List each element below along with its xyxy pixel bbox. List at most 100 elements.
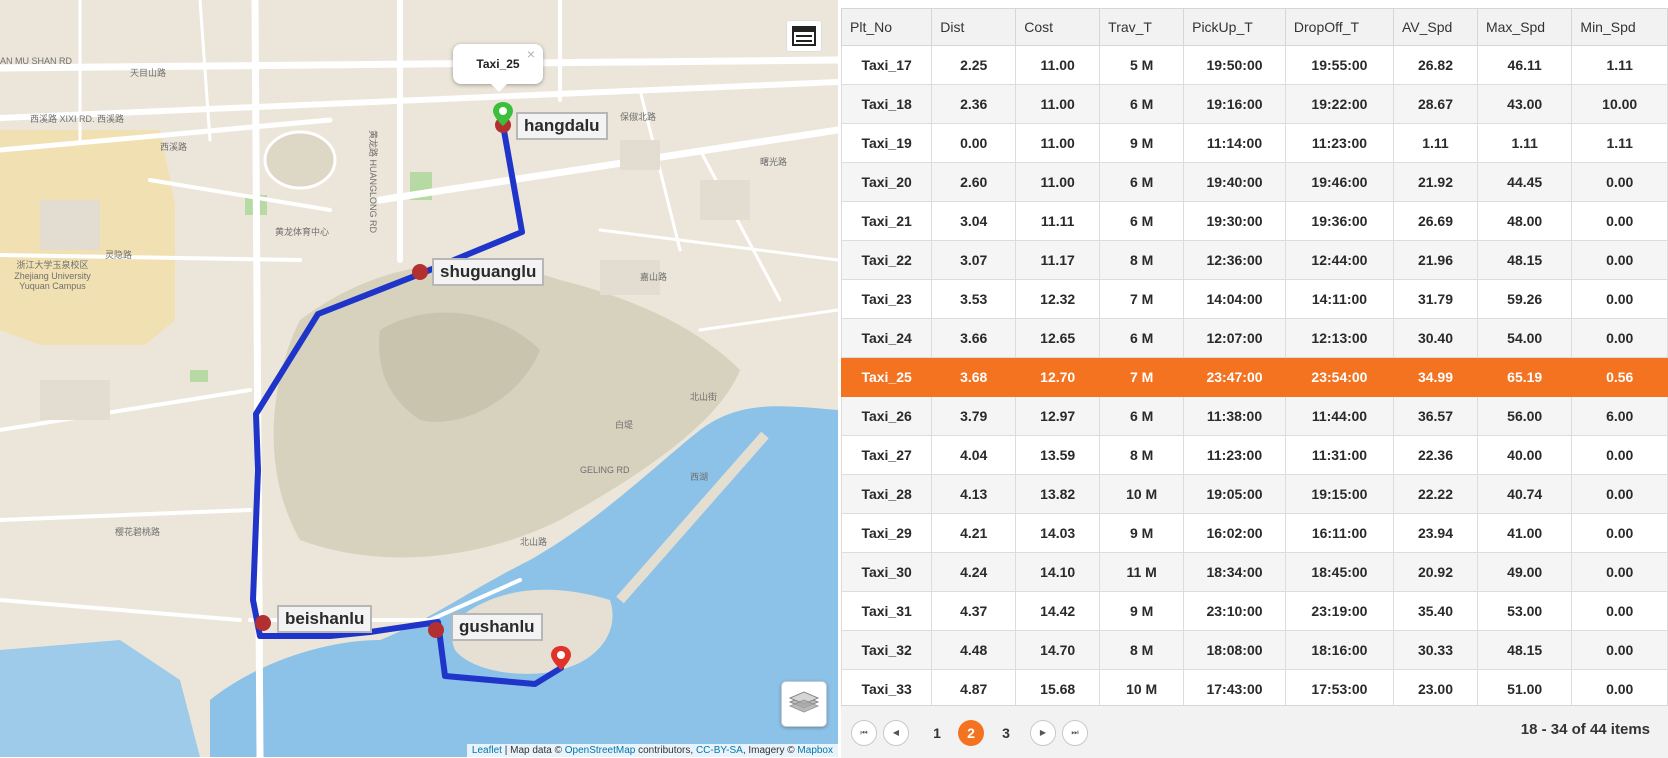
stop-marker-gushanlu xyxy=(428,622,444,638)
cell-dropoff-t: 23:54:00 xyxy=(1284,357,1395,397)
column-header-max-spd[interactable]: Max_Spd xyxy=(1476,8,1573,46)
cell-dist: 3.53 xyxy=(931,279,1017,319)
layers-button[interactable] xyxy=(781,681,827,727)
table-row[interactable]: Taxi_25 3.68 12.70 7 M 23:47:00 23:54:00 34.99… xyxy=(840,357,1668,397)
cell-trav-t: 11 M xyxy=(1099,552,1185,592)
cell-pickup-t: 23:10:00 xyxy=(1183,591,1286,631)
first-page-button[interactable]: ⏮ xyxy=(851,720,877,746)
license-link[interactable]: CC-BY-SA xyxy=(696,745,743,756)
page-2-button[interactable]: 2 xyxy=(958,720,984,746)
cell-plt-no: Taxi_30 xyxy=(840,552,933,592)
table-row[interactable]: Taxi_17 2.25 11.00 5 M 19:50:00 19:55:00 26.82… xyxy=(840,45,1668,85)
column-header-cost[interactable]: Cost xyxy=(1015,8,1101,46)
cell-dropoff-t: 11:31:00 xyxy=(1284,435,1395,475)
table-row[interactable]: Taxi_26 3.79 12.97 6 M 11:38:00 11:44:00 36.57… xyxy=(840,396,1668,436)
cell-cost: 14.42 xyxy=(1015,591,1101,631)
cell-min-spd: 0.00 xyxy=(1571,513,1668,553)
cell-cost: 11.00 xyxy=(1015,123,1101,163)
cell-dropoff-t: 19:36:00 xyxy=(1284,201,1395,241)
table-row[interactable]: Taxi_33 4.87 15.68 10 M 17:43:00 17:53:00 23.0… xyxy=(840,669,1668,709)
cell-min-spd: 0.00 xyxy=(1571,630,1668,670)
cell-dist: 4.37 xyxy=(931,591,1017,631)
column-header-av-spd[interactable]: AV_Spd xyxy=(1393,8,1478,46)
cell-av-spd: 21.92 xyxy=(1393,162,1478,202)
cell-trav-t: 9 M xyxy=(1099,123,1185,163)
street-label: 北山街 xyxy=(690,392,718,402)
next-page-button[interactable]: ▶ xyxy=(1030,720,1056,746)
cell-max-spd: 46.11 xyxy=(1476,45,1573,85)
table-row[interactable]: Taxi_21 3.04 11.11 6 M 19:30:00 19:36:00 26.69… xyxy=(840,201,1668,241)
table-row[interactable]: Taxi_24 3.66 12.65 6 M 12:07:00 12:13:00 30.40… xyxy=(840,318,1668,358)
street-label: 天目山路 xyxy=(130,68,167,78)
table-row[interactable]: Taxi_32 4.48 14.70 8 M 18:08:00 18:16:00 30.33… xyxy=(840,630,1668,670)
cell-min-spd: 0.00 xyxy=(1571,279,1668,319)
cell-max-spd: 65.19 xyxy=(1476,357,1573,397)
stop-label-shuguanglu: shuguanglu xyxy=(432,258,545,286)
column-header-dropoff-t[interactable]: DropOff_T xyxy=(1284,8,1395,46)
cell-pickup-t: 19:30:00 xyxy=(1183,201,1286,241)
table-row[interactable]: Taxi_23 3.53 12.32 7 M 14:04:00 14:11:00 31.79… xyxy=(840,279,1668,319)
page-1-button[interactable]: 1 xyxy=(924,720,950,746)
column-header-min-spd[interactable]: Min_Spd xyxy=(1571,8,1668,46)
cell-min-spd: 0.00 xyxy=(1571,669,1668,709)
cell-min-spd: 0.00 xyxy=(1571,318,1668,358)
column-header-trav-t[interactable]: Trav_T xyxy=(1099,8,1185,46)
table-row[interactable]: Taxi_18 2.36 11.00 6 M 19:16:00 19:22:00 28.67… xyxy=(840,84,1668,124)
osm-link[interactable]: OpenStreetMap xyxy=(565,745,636,756)
popup-close-button[interactable]: × xyxy=(527,47,535,61)
cell-trav-t: 6 M xyxy=(1099,396,1185,436)
table-row[interactable]: Taxi_20 2.60 11.00 6 M 19:40:00 19:46:00 21.92… xyxy=(840,162,1668,202)
cell-dist: 4.48 xyxy=(931,630,1017,670)
leaflet-link[interactable]: Leaflet xyxy=(472,745,502,756)
table-row[interactable]: Taxi_30 4.24 14.10 11 M 18:34:00 18:45:00 20.9… xyxy=(840,552,1668,592)
stop-marker-shuguanglu xyxy=(412,264,428,280)
cell-av-spd: 31.79 xyxy=(1393,279,1478,319)
cell-cost: 13.59 xyxy=(1015,435,1101,475)
mapbox-link[interactable]: Mapbox xyxy=(797,745,833,756)
street-label: 西湖 xyxy=(690,472,709,482)
cell-plt-no: Taxi_24 xyxy=(840,318,933,358)
cell-pickup-t: 14:04:00 xyxy=(1183,279,1286,319)
cell-pickup-t: 11:14:00 xyxy=(1183,123,1286,163)
cell-plt-no: Taxi_26 xyxy=(840,396,933,436)
last-page-button[interactable]: ⏭ xyxy=(1062,720,1088,746)
table-row[interactable]: Taxi_29 4.21 14.03 9 M 16:02:00 16:11:00 23.94… xyxy=(840,513,1668,553)
cell-max-spd: 48.15 xyxy=(1476,630,1573,670)
cell-max-spd: 48.15 xyxy=(1476,240,1573,280)
cell-max-spd: 43.00 xyxy=(1476,84,1573,124)
cell-trav-t: 8 M xyxy=(1099,435,1185,475)
cell-max-spd: 48.00 xyxy=(1476,201,1573,241)
street-label: 黄龙路 HUANGLONG RD xyxy=(368,130,378,234)
cell-dist: 3.66 xyxy=(931,318,1017,358)
list-toggle-button[interactable] xyxy=(786,20,822,52)
cell-av-spd: 30.40 xyxy=(1393,318,1478,358)
column-header-plt-no[interactable]: Plt_No xyxy=(840,8,933,46)
cell-dist: 4.24 xyxy=(931,552,1017,592)
street-label: 西溪路 XIXI RD. 西溪路 xyxy=(30,114,125,124)
table-row[interactable]: Taxi_31 4.37 14.42 9 M 23:10:00 23:19:00 35.40… xyxy=(840,591,1668,631)
prev-page-button[interactable]: ◀ xyxy=(883,720,909,746)
cell-max-spd: 51.00 xyxy=(1476,669,1573,709)
map-tiles xyxy=(0,0,838,757)
cell-pickup-t: 19:50:00 xyxy=(1183,45,1286,85)
cell-plt-no: Taxi_23 xyxy=(840,279,933,319)
column-header-dist[interactable]: Dist xyxy=(931,8,1017,46)
cell-av-spd: 30.33 xyxy=(1393,630,1478,670)
cell-trav-t: 8 M xyxy=(1099,630,1185,670)
table-row[interactable]: Taxi_28 4.13 13.82 10 M 19:05:00 19:15:00 22.2… xyxy=(840,474,1668,514)
cell-av-spd: 22.36 xyxy=(1393,435,1478,475)
table-row[interactable]: Taxi_27 4.04 13.59 8 M 11:23:00 11:31:00 22.36… xyxy=(840,435,1668,475)
column-header-pickup-t[interactable]: PickUp_T xyxy=(1183,8,1286,46)
place-label: 黄龙体育中心 xyxy=(275,227,330,237)
street-label: 白堤 xyxy=(615,420,634,430)
cell-max-spd: 49.00 xyxy=(1476,552,1573,592)
cell-dropoff-t: 19:15:00 xyxy=(1284,474,1395,514)
cell-max-spd: 40.00 xyxy=(1476,435,1573,475)
page-3-button[interactable]: 3 xyxy=(993,720,1019,746)
cell-min-spd: 0.00 xyxy=(1571,240,1668,280)
cell-dist: 3.79 xyxy=(931,396,1017,436)
table-row[interactable]: Taxi_19 0.00 11.00 9 M 11:14:00 11:23:00 1.11 1… xyxy=(840,123,1668,163)
cell-av-spd: 1.11 xyxy=(1393,123,1478,163)
table-row[interactable]: Taxi_22 3.07 11.17 8 M 12:36:00 12:44:00 21.96… xyxy=(840,240,1668,280)
map-panel[interactable]: AN MU SHAN RD 天目山路 西溪路 XIXI RD. 西溪路 西溪路 … xyxy=(0,0,838,757)
